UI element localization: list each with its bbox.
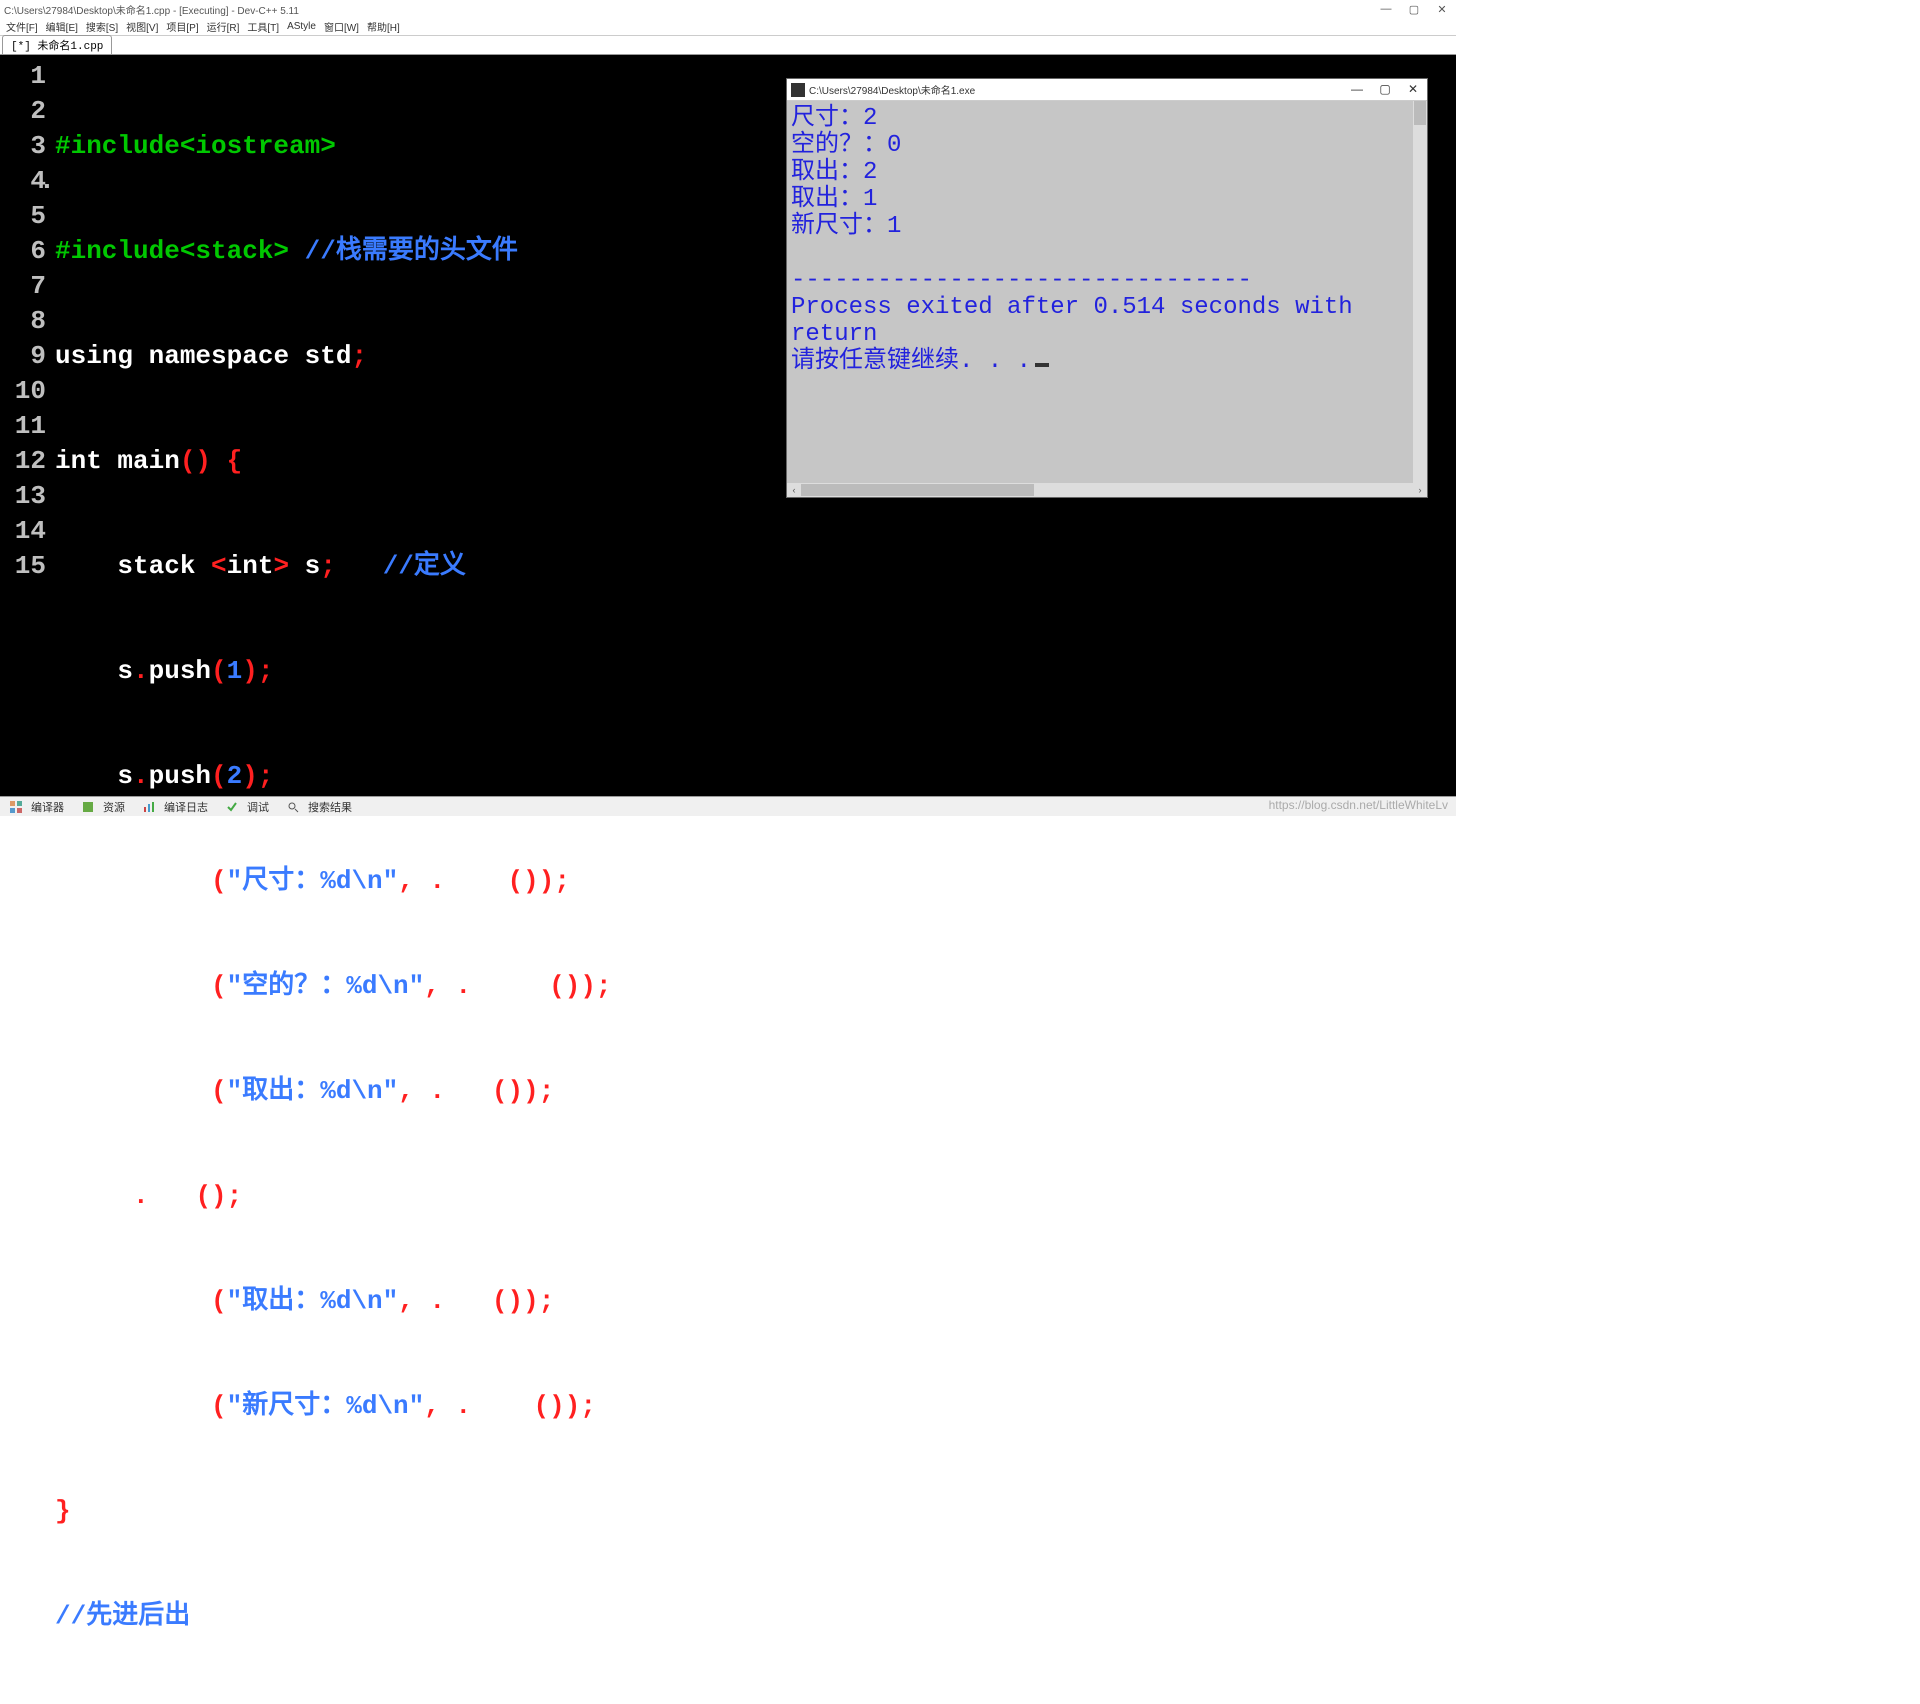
console-maximize-button[interactable]: ▢ [1371, 79, 1399, 99]
scroll-right-icon[interactable]: › [1413, 483, 1427, 497]
window-title: C:\Users\27984\Desktop\未命名1.cpp - [Execu… [4, 2, 1452, 17]
console-title: C:\Users\27984\Desktop\未命名1.exe [809, 82, 975, 97]
close-button[interactable]: ✕ [1428, 0, 1456, 18]
menu-edit[interactable]: 编辑[E] [44, 19, 80, 34]
bottom-tabs: 编译器 资源 编译日志 调试 搜索结果 [0, 796, 1456, 816]
menu-view[interactable]: 视图[V] [124, 19, 160, 34]
menu-window[interactable]: 窗口[W] [322, 19, 361, 34]
file-tab[interactable]: [*] 未命名1.cpp [2, 35, 112, 54]
tabbar: [*] 未命名1.cpp [0, 35, 1456, 55]
fold-marker-icon[interactable]: ▪ [42, 170, 52, 205]
watermark: https://blog.csdn.net/LittleWhiteLv [1269, 798, 1448, 812]
cursor-icon [1035, 363, 1049, 367]
menu-help[interactable]: 帮助[H] [365, 19, 402, 34]
console-window[interactable]: C:\Users\27984\Desktop\未命名1.exe — ▢ ✕ 尺寸… [786, 78, 1428, 498]
tab-compile-log[interactable]: 编译日志 [137, 799, 220, 815]
menu-tools[interactable]: 工具[T] [245, 19, 281, 34]
scrollbar-thumb[interactable] [801, 484, 1034, 496]
console-close-button[interactable]: ✕ [1399, 79, 1427, 99]
console-minimize-button[interactable]: — [1343, 79, 1371, 99]
menu-run[interactable]: 运行[R] [205, 19, 242, 34]
menu-project[interactable]: 项目[P] [164, 19, 200, 34]
tab-compiler[interactable]: 编译器 [4, 799, 76, 815]
minimize-button[interactable]: — [1372, 0, 1400, 18]
titlebar[interactable]: C:\Users\27984\Desktop\未命名1.cpp - [Execu… [0, 0, 1456, 18]
menubar: 文件[F] 编辑[E] 搜索[S] 视图[V] 项目[P] 运行[R] 工具[T… [0, 18, 1456, 35]
menu-search[interactable]: 搜索[S] [84, 19, 120, 34]
console-horizontal-scrollbar[interactable]: ‹ › [787, 483, 1427, 497]
console-titlebar[interactable]: C:\Users\27984\Desktop\未命名1.exe — ▢ ✕ [787, 79, 1427, 101]
tab-resources[interactable]: 资源 [76, 799, 137, 815]
menu-astyle[interactable]: AStyle [285, 21, 318, 32]
menu-file[interactable]: 文件[F] [4, 19, 40, 34]
scrollbar-thumb[interactable] [1414, 101, 1426, 125]
scroll-left-icon[interactable]: ‹ [787, 483, 801, 497]
maximize-button[interactable]: ▢ [1400, 0, 1428, 18]
tab-debug[interactable]: 调试 [220, 799, 281, 815]
console-output[interactable]: 尺寸：2 空的？：0 取出：2 取出：1 新尺寸：1 -------------… [787, 101, 1427, 483]
line-gutter: 123456789101112131415 [0, 55, 50, 796]
console-app-icon [791, 83, 805, 97]
console-vertical-scrollbar[interactable] [1413, 101, 1427, 483]
tab-search-results[interactable]: 搜索结果 [281, 799, 364, 815]
